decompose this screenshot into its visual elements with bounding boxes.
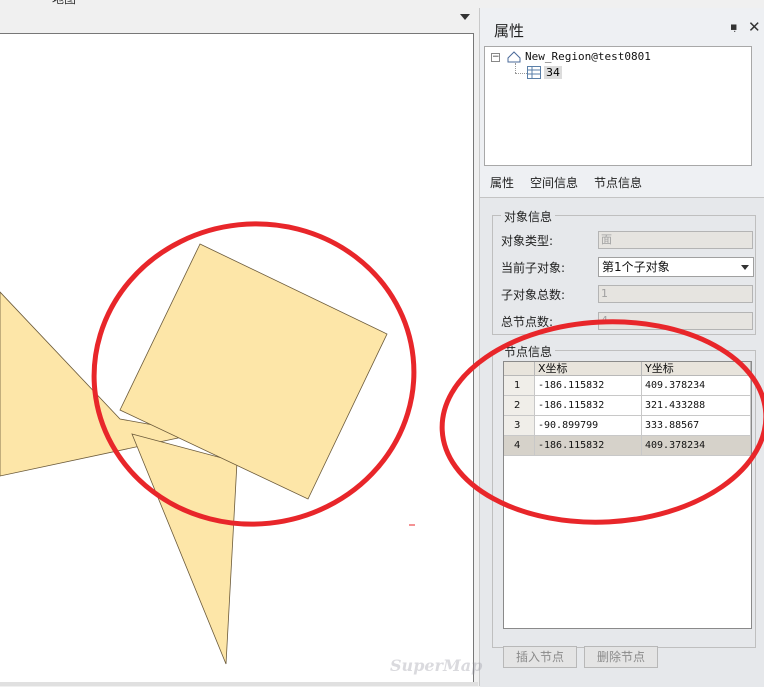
cell-y[interactable]: 321.433288	[642, 396, 751, 415]
current-sub-object-value: 第1个子对象	[602, 260, 670, 274]
node-info-title: 节点信息	[501, 343, 556, 360]
table-header-x[interactable]: X坐标	[535, 362, 642, 376]
total-nodes-label: 总节点数:	[501, 315, 554, 329]
table-header-index	[504, 362, 535, 376]
delete-node-button[interactable]: 删除节点	[584, 646, 658, 668]
tree-root-label[interactable]: New_Region@test0801	[525, 50, 651, 63]
document-tab-title[interactable]: 地图	[52, 0, 76, 7]
map-canvas[interactable]	[0, 34, 473, 682]
tab-spatial-info[interactable]: 空间信息	[530, 174, 578, 191]
table-row-selected[interactable]: 4 -186.115832 409.378234	[504, 436, 751, 456]
cell-y[interactable]: 409.378234	[642, 376, 751, 395]
node-info-group: 节点信息 X坐标 Y坐标 1 -186.115832 409.378234 2 …	[492, 343, 756, 648]
table-row[interactable]: 3 -90.899799 333.88567	[504, 416, 751, 436]
cell-x[interactable]: -186.115832	[535, 376, 642, 395]
sub-object-count-label: 子对象总数:	[501, 288, 566, 302]
row-index: 3	[504, 416, 535, 435]
record-table-icon	[527, 66, 541, 79]
tab-attributes[interactable]: 属性	[490, 174, 514, 191]
cell-y[interactable]: 409.378234	[642, 436, 751, 455]
object-type-label: 对象类型:	[501, 234, 554, 248]
cell-x[interactable]: -186.115832	[535, 396, 642, 415]
current-sub-object-label: 当前子对象:	[501, 261, 566, 275]
panel-tabs: 属性 空间信息 节点信息	[484, 174, 754, 196]
sub-object-count-field: 1	[598, 285, 753, 303]
properties-panel: 属性 ▪̣ ✕ − New_Region@test0801 34 属性 空间信息…	[479, 8, 764, 687]
tree-child-label[interactable]: 34	[544, 66, 562, 79]
insert-node-button[interactable]: 插入节点	[503, 646, 577, 668]
row-index: 1	[504, 376, 535, 395]
pin-icon[interactable]: ▪̣	[730, 20, 737, 33]
row-index: 4	[504, 436, 535, 455]
dropdown-arrow-icon[interactable]	[460, 14, 470, 20]
tree-collapse-icon[interactable]: −	[491, 53, 500, 62]
close-icon[interactable]: ✕	[748, 18, 761, 36]
tree-connector	[515, 73, 527, 74]
cell-x[interactable]: -90.899799	[535, 416, 642, 435]
supermap-watermark: SuperMap	[390, 656, 483, 675]
map-polygon-triangle	[131, 433, 238, 665]
row-index: 2	[504, 396, 535, 415]
panel-title: 属性	[494, 22, 525, 40]
document-header	[0, 8, 478, 32]
object-type-field: 面	[598, 231, 753, 249]
map-status-strip	[0, 682, 478, 686]
table-row[interactable]: 2 -186.115832 321.433288	[504, 396, 751, 416]
table-header-y[interactable]: Y坐标	[642, 362, 751, 376]
cell-x[interactable]: -186.115832	[535, 436, 642, 455]
object-tree[interactable]: − New_Region@test0801 34	[484, 46, 752, 166]
current-sub-object-select[interactable]: 第1个子对象	[598, 257, 754, 277]
object-info-group: 对象信息 对象类型: 面 当前子对象: 第1个子对象 子对象总数: 1 总节点数…	[492, 208, 756, 335]
chevron-down-icon[interactable]	[741, 265, 749, 270]
cell-y[interactable]: 333.88567	[642, 416, 751, 435]
total-nodes-field: 4	[598, 312, 753, 330]
table-row[interactable]: 1 -186.115832 409.378234	[504, 376, 751, 396]
region-layer-icon	[507, 51, 521, 63]
tree-connector	[515, 63, 516, 73]
node-table[interactable]: X坐标 Y坐标 1 -186.115832 409.378234 2 -186.…	[503, 361, 752, 629]
tab-content: 对象信息 对象类型: 面 当前子对象: 第1个子对象 子对象总数: 1 总节点数…	[480, 197, 764, 687]
map-view[interactable]	[0, 33, 474, 683]
object-info-title: 对象信息	[501, 208, 556, 225]
tab-node-info[interactable]: 节点信息	[594, 174, 642, 191]
